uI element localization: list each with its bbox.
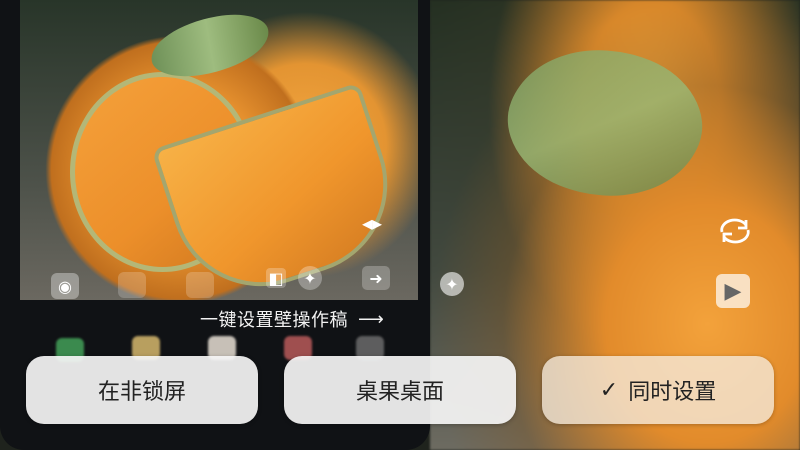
button-label: 桌果桌面 bbox=[355, 380, 444, 405]
set-home-screen-button[interactable]: 桌果桌面 bbox=[284, 356, 516, 424]
drag-hint: 一键设置壁操作稿 ⟶ bbox=[200, 306, 390, 332]
hint-text: 一键设置壁操作稿 bbox=[200, 310, 348, 331]
refresh-icon[interactable] bbox=[714, 214, 756, 248]
set-both-button[interactable]: ✓ 同时设置 bbox=[542, 356, 774, 424]
crop-icon[interactable]: ◧ bbox=[266, 268, 286, 288]
play-icon[interactable]: ▶ bbox=[716, 274, 750, 308]
next-icon[interactable]: ➜ bbox=[362, 266, 390, 290]
button-label: 同时设置 bbox=[628, 380, 717, 405]
swap-icon[interactable]: ◂▸ bbox=[351, 211, 393, 235]
check-icon: ✓ bbox=[599, 377, 619, 403]
app-icon bbox=[118, 272, 146, 298]
app-icon bbox=[186, 272, 214, 298]
right-small-icon: ✦ bbox=[440, 272, 464, 296]
profile-icon[interactable]: ◉ bbox=[51, 273, 79, 299]
arrow-icon: ⟶ bbox=[358, 308, 385, 330]
settings-icon[interactable]: ✦ bbox=[298, 266, 322, 290]
button-label: 在非锁屏 bbox=[97, 380, 186, 405]
set-lock-screen-button[interactable]: 在非锁屏 bbox=[26, 356, 258, 424]
